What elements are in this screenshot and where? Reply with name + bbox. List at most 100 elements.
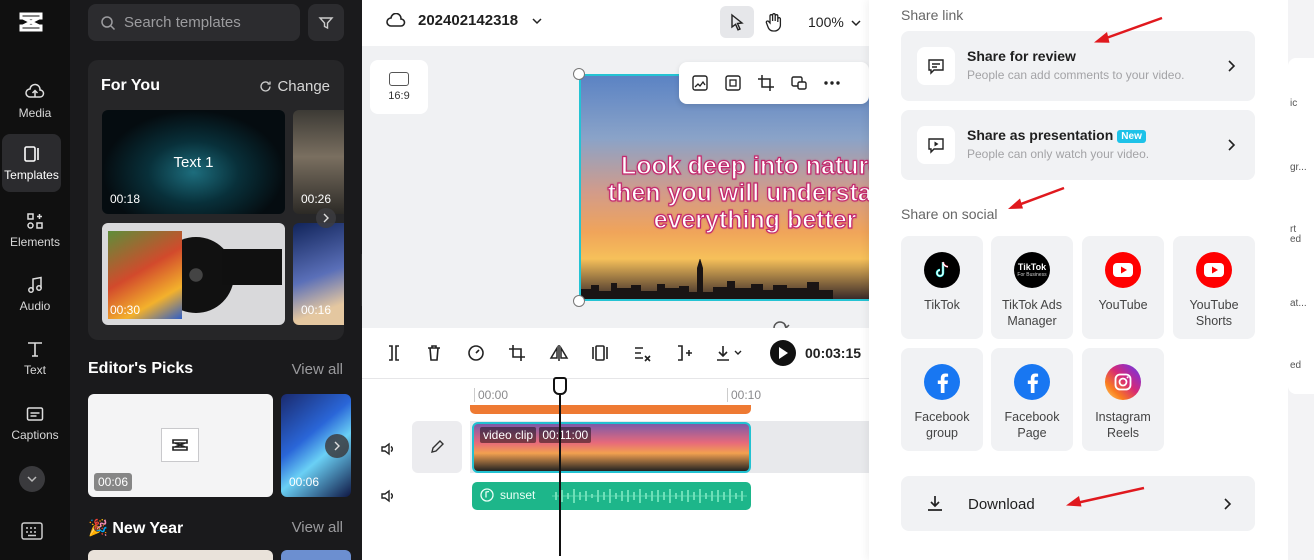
- search-input[interactable]: Search templates: [88, 4, 300, 41]
- edit-cover-button[interactable]: [412, 421, 462, 473]
- elements-icon: [27, 213, 43, 229]
- volume-icon[interactable]: [380, 441, 396, 457]
- volume-icon[interactable]: [380, 488, 396, 504]
- share-facebook-group-button[interactable]: Facebook group: [901, 348, 983, 451]
- share-instagram-reels-button[interactable]: Instagram Reels: [1082, 348, 1164, 451]
- instagram-icon: [1105, 364, 1141, 400]
- share-tiktok-ads-button[interactable]: TikTok For Business TikTok Ads Manager: [991, 236, 1073, 339]
- share-youtube-button[interactable]: YouTube: [1082, 236, 1164, 339]
- social-label: YouTube: [1098, 298, 1148, 312]
- template-thumb[interactable]: 00:16: [293, 223, 344, 325]
- playhead-handle[interactable]: [553, 377, 567, 395]
- playhead-line[interactable]: [559, 378, 561, 556]
- template-duration: 00:26: [301, 192, 332, 206]
- tiktok-icon: [924, 252, 960, 288]
- replace-button[interactable]: [788, 72, 810, 94]
- next-picks-button[interactable]: [325, 434, 349, 458]
- template-thumb[interactable]: 00:26: [293, 110, 344, 214]
- editors-pick-thumb[interactable]: 00:06: [88, 394, 273, 497]
- resize-handle-top-left[interactable]: [573, 68, 585, 80]
- editors-picks-view-all[interactable]: View all: [292, 361, 343, 378]
- timeline-ruler: 00:00 00:10: [474, 384, 869, 404]
- facebook-icon: [1014, 364, 1050, 400]
- annotation-arrow-icon: [1094, 16, 1163, 43]
- new-year-view-all[interactable]: View all: [292, 519, 343, 536]
- chevron-down-icon: [27, 476, 37, 483]
- refresh-icon: [260, 81, 272, 92]
- flip-icon[interactable]: [549, 343, 569, 363]
- template-duration: 00:06: [289, 475, 320, 489]
- change-button[interactable]: Change: [259, 78, 330, 95]
- video-canvas[interactable]: Look deep into nature, then you will und…: [579, 74, 879, 301]
- properties-tab[interactable]: ed: [1290, 234, 1301, 245]
- zoom-level: 100%: [808, 14, 844, 30]
- play-button[interactable]: [770, 340, 796, 366]
- template-thumb[interactable]: 00:30: [102, 223, 285, 325]
- editor-area: 202402142318 100% 16:9 Look deep into na…: [362, 0, 879, 560]
- crop-button[interactable]: [755, 72, 777, 94]
- next-templates-button[interactable]: [316, 208, 336, 228]
- new-year-thumb[interactable]: [88, 550, 273, 560]
- nav-item-elements[interactable]: Elements: [0, 201, 70, 259]
- pencil-icon: [431, 440, 444, 453]
- annotation-arrow-icon: [1008, 186, 1065, 209]
- capcut-logo-icon[interactable]: [17, 8, 45, 36]
- keyboard-icon[interactable]: [20, 520, 44, 542]
- template-thumb[interactable]: Text 1 00:18: [102, 110, 285, 214]
- properties-tab[interactable]: ed: [1290, 360, 1301, 371]
- video-clip[interactable]: video clip 00:11:00: [472, 422, 751, 473]
- template-text: Text 1: [173, 154, 214, 171]
- audio-clip[interactable]: sunset: [472, 482, 751, 510]
- frame-icon: [725, 75, 741, 91]
- download-dropdown-icon[interactable]: [714, 343, 744, 363]
- new-year-thumb[interactable]: [281, 550, 351, 560]
- extend-icon[interactable]: [674, 343, 694, 363]
- search-placeholder: Search templates: [124, 14, 241, 31]
- nav-more-button[interactable]: [19, 466, 45, 492]
- nav-item-audio[interactable]: Audio: [0, 265, 70, 323]
- presentation-icon: [917, 126, 955, 164]
- crop-icon[interactable]: [507, 343, 527, 363]
- hand-tool-button[interactable]: [762, 6, 786, 38]
- freeze-frame-icon[interactable]: [590, 343, 610, 363]
- more-options-button[interactable]: [821, 72, 843, 94]
- video-clip-label: video clip 00:11:00: [480, 427, 592, 443]
- replace-icon: [791, 76, 807, 90]
- nav-item-text[interactable]: Text: [0, 329, 70, 387]
- search-icon: [101, 15, 116, 30]
- filter-button[interactable]: [308, 4, 344, 41]
- download-label: Download: [968, 496, 1035, 513]
- share-tiktok-button[interactable]: TikTok: [901, 236, 983, 339]
- remove-background-icon[interactable]: [632, 343, 652, 363]
- properties-tab[interactable]: gr...: [1290, 162, 1307, 173]
- templates-icon: [23, 146, 39, 162]
- properties-tabs: ic gr... rt ed at... ed: [1288, 58, 1314, 394]
- resize-handle-bottom-left[interactable]: [573, 295, 585, 307]
- canvas-caption-text[interactable]: Look deep into nature, then you will und…: [605, 152, 877, 234]
- timeline: 00:00 00:10 video clip 00:11:00 sunset: [362, 378, 869, 560]
- share-for-review-title: Share for review: [967, 48, 1076, 64]
- add-media-button[interactable]: [689, 72, 711, 94]
- split-icon[interactable]: [384, 343, 404, 363]
- play-icon: [779, 347, 788, 359]
- nav-item-templates[interactable]: Templates: [2, 134, 61, 192]
- templates-panel: Search templates For You Change Text 1 0…: [70, 0, 362, 560]
- zoom-dropdown[interactable]: 100%: [808, 14, 861, 30]
- text-track-clip[interactable]: [470, 405, 751, 414]
- speed-icon[interactable]: [466, 343, 486, 363]
- fit-frame-button[interactable]: [722, 72, 744, 94]
- share-youtube-shorts-button[interactable]: YouTube Shorts: [1173, 236, 1255, 339]
- nav-item-captions[interactable]: Captions: [0, 394, 70, 452]
- project-title[interactable]: 202402142318: [386, 12, 554, 29]
- properties-tab[interactable]: ic: [1290, 98, 1297, 109]
- properties-tab[interactable]: at...: [1290, 298, 1307, 309]
- share-as-presentation-desc: People can only watch your video.: [967, 147, 1150, 161]
- share-for-review-button[interactable]: Share for review People can add comments…: [901, 31, 1255, 101]
- share-as-presentation-button[interactable]: Share as presentation New People can only…: [901, 110, 1255, 180]
- chevron-right-icon: [1228, 60, 1236, 72]
- select-tool-button[interactable]: [720, 6, 754, 38]
- nav-item-media[interactable]: Media: [0, 72, 70, 130]
- aspect-ratio-button[interactable]: 16:9: [370, 60, 428, 114]
- share-facebook-page-button[interactable]: Facebook Page: [991, 348, 1073, 451]
- delete-icon[interactable]: [424, 343, 444, 363]
